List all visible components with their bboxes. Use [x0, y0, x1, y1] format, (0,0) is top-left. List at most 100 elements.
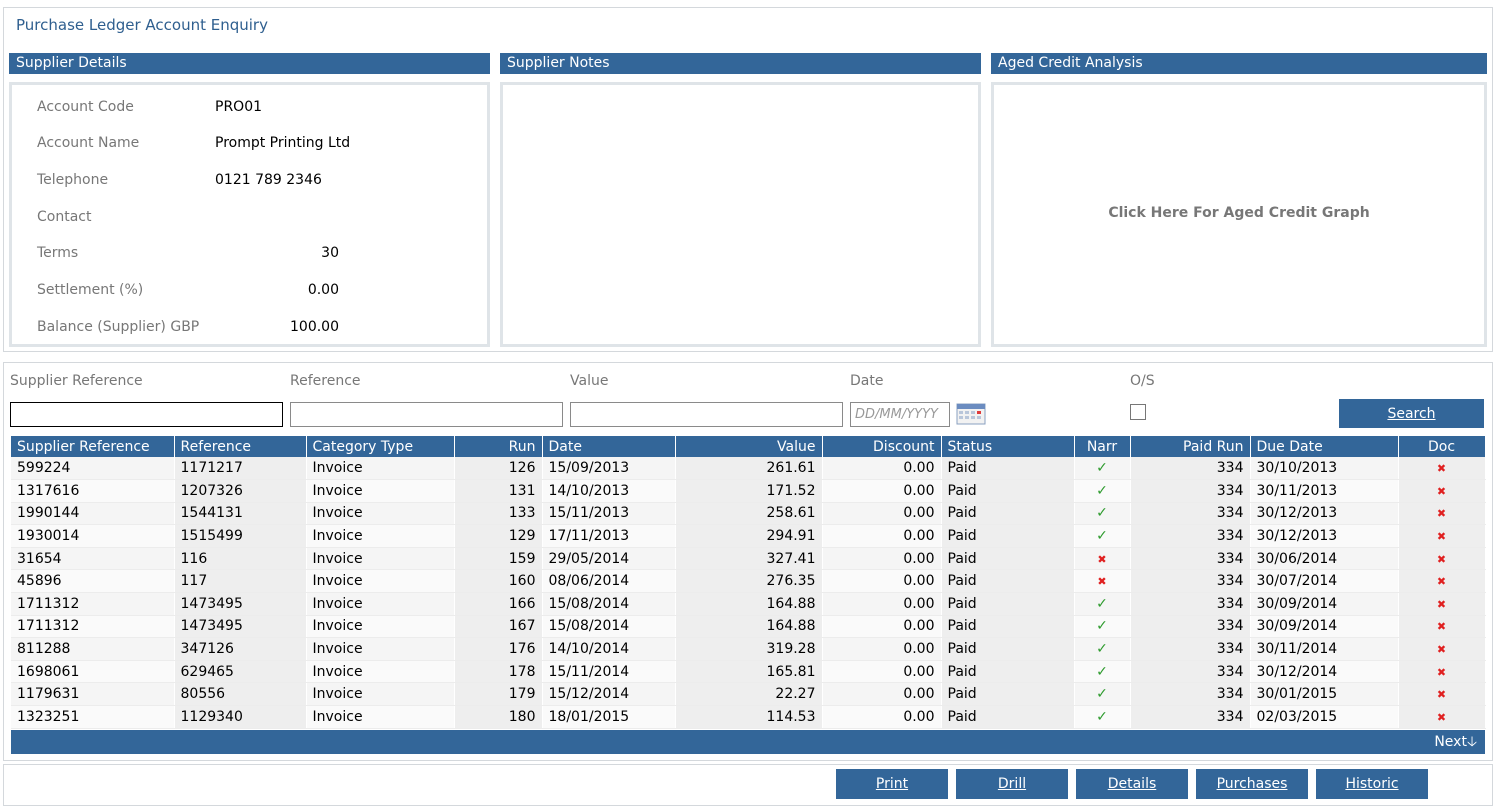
cell-doc: ✖: [1398, 682, 1486, 707]
os-checkbox[interactable]: [1130, 404, 1146, 420]
supplier-notes-box[interactable]: [500, 82, 981, 347]
table-row[interactable]: 1317616 1207326 Invoice 131 14/10/2013 171.52…: [11, 479, 1486, 503]
date-input[interactable]: [850, 402, 950, 427]
table-row[interactable]: 1323251 1129340 Invoice 180 18/01/2015 114.53…: [11, 705, 1486, 729]
cell-category-type: Invoice: [306, 660, 455, 684]
next-label: Next: [1434, 734, 1467, 750]
cell-run: 176: [454, 637, 543, 661]
cell-category-type: Invoice: [306, 502, 455, 526]
purchases-button[interactable]: Purchases: [1196, 769, 1308, 799]
value-input[interactable]: [570, 402, 843, 427]
cell-due-date: 30/10/2013: [1250, 457, 1399, 481]
historic-button-label: Historic: [1345, 776, 1399, 792]
cross-icon[interactable]: ✖: [1437, 666, 1446, 679]
table-row[interactable]: 45896 117 Invoice 160 08/06/2014 276.35 0.00 Pa…: [11, 569, 1486, 594]
cell-narr: ✓: [1074, 705, 1131, 729]
cell-category-type: Invoice: [306, 524, 455, 548]
table-row[interactable]: 31654 116 Invoice 159 29/05/2014 327.41 0.00 Pa…: [11, 547, 1486, 571]
value-filter-label: Value: [570, 373, 609, 389]
cell-due-date: 30/11/2013: [1250, 479, 1399, 503]
cell-status: Paid: [941, 569, 1075, 594]
cell-due-date: 30/01/2015: [1250, 682, 1399, 707]
column-header-discount[interactable]: Discount: [822, 436, 942, 457]
cell-doc: ✖: [1398, 592, 1486, 616]
table-row[interactable]: 1990144 1544131 Invoice 133 15/11/2013 258.61…: [11, 502, 1486, 526]
cell-category-type: Invoice: [306, 569, 455, 594]
cell-category-type: Invoice: [306, 479, 455, 503]
column-header-status[interactable]: Status: [941, 436, 1075, 457]
table-row[interactable]: 1930014 1515499 Invoice 129 17/11/2013 294.91…: [11, 524, 1486, 548]
print-button[interactable]: Print: [836, 769, 948, 799]
cell-reference: 1171217: [174, 457, 307, 481]
cell-status: Paid: [941, 592, 1075, 616]
cross-icon[interactable]: ✖: [1437, 462, 1446, 475]
purchases-button-label: Purchases: [1216, 776, 1288, 792]
cell-paid-run: 334: [1130, 547, 1251, 571]
column-header-supplier-reference[interactable]: Supplier Reference: [11, 436, 175, 457]
cell-category-type: Invoice: [306, 637, 455, 661]
checkmark-icon: ✓: [1096, 595, 1108, 612]
cell-paid-run: 334: [1130, 524, 1251, 548]
cell-discount: 0.00: [822, 637, 942, 661]
next-page-link[interactable]: Next🡣: [1434, 734, 1477, 750]
column-header-run[interactable]: Run: [454, 436, 543, 457]
cross-icon[interactable]: ✖: [1437, 530, 1446, 543]
cell-due-date: 30/06/2014: [1250, 547, 1399, 571]
table-row[interactable]: 599224 1171217 Invoice 126 15/09/2013 261.61 0…: [11, 457, 1486, 481]
cross-icon[interactable]: ✖: [1437, 688, 1446, 701]
cell-narr: ✓: [1074, 682, 1131, 707]
checkmark-icon: ✓: [1096, 618, 1108, 635]
cell-status: Paid: [941, 615, 1075, 639]
drill-button[interactable]: Drill: [956, 769, 1068, 799]
cell-reference: 1473495: [174, 615, 307, 639]
cross-icon[interactable]: ✖: [1437, 485, 1446, 498]
cell-supplier-reference: 1711312: [11, 615, 175, 639]
column-header-narr[interactable]: Narr: [1074, 436, 1131, 457]
cell-value: 319.28: [675, 637, 823, 661]
reference-input[interactable]: [290, 402, 563, 427]
historic-button[interactable]: Historic: [1316, 769, 1428, 799]
cell-reference: 347126: [174, 637, 307, 661]
cell-narr: ✓: [1074, 592, 1131, 616]
cell-value: 294.91: [675, 524, 823, 548]
details-button[interactable]: Details: [1076, 769, 1188, 799]
table-row[interactable]: 811288 347126 Invoice 176 14/10/2014 319.28 0.…: [11, 637, 1486, 661]
calendar-icon[interactable]: [956, 403, 986, 425]
cell-date: 15/08/2014: [542, 615, 676, 639]
cell-discount: 0.00: [822, 524, 942, 548]
cross-icon[interactable]: ✖: [1437, 575, 1446, 588]
arrow-down-icon: 🡣: [1466, 734, 1477, 750]
column-header-paid-run[interactable]: Paid Run: [1130, 436, 1251, 457]
cross-icon[interactable]: ✖: [1437, 643, 1446, 656]
date-filter-label: Date: [850, 373, 884, 389]
cross-icon: ✖: [1097, 575, 1107, 589]
column-header-reference[interactable]: Reference: [174, 436, 307, 457]
cell-value: 164.88: [675, 615, 823, 639]
column-header-date[interactable]: Date: [542, 436, 676, 457]
aged-credit-graph-link[interactable]: Click Here For Aged Credit Graph: [994, 205, 1484, 221]
cross-icon[interactable]: ✖: [1437, 598, 1446, 611]
cell-run: 133: [454, 502, 543, 526]
cross-icon[interactable]: ✖: [1437, 553, 1446, 566]
supplier-reference-input[interactable]: [10, 402, 283, 427]
cross-icon[interactable]: ✖: [1437, 620, 1446, 633]
cell-supplier-reference: 1317616: [11, 479, 175, 503]
supplier-notes-header: Supplier Notes: [500, 53, 981, 74]
table-row[interactable]: 1179631 80556 Invoice 179 15/12/2014 22.27 0.0…: [11, 682, 1486, 707]
table-row[interactable]: 1711312 1473495 Invoice 166 15/08/2014 164.88…: [11, 592, 1486, 616]
cell-status: Paid: [941, 637, 1075, 661]
column-header-due-date[interactable]: Due Date: [1250, 436, 1399, 457]
column-header-value[interactable]: Value: [675, 436, 823, 457]
table-row[interactable]: 1711312 1473495 Invoice 167 15/08/2014 164.88…: [11, 615, 1486, 639]
checkmark-icon: ✓: [1096, 528, 1108, 545]
cell-paid-run: 334: [1130, 637, 1251, 661]
column-header-doc[interactable]: Doc: [1398, 436, 1486, 457]
search-button[interactable]: Search: [1339, 399, 1484, 428]
column-header-category-type[interactable]: Category Type: [306, 436, 455, 457]
aged-credit-header: Aged Credit Analysis: [991, 53, 1487, 74]
table-row[interactable]: 1698061 629465 Invoice 178 15/11/2014 165.81 0…: [11, 660, 1486, 684]
cell-value: 164.88: [675, 592, 823, 616]
cross-icon[interactable]: ✖: [1437, 507, 1446, 520]
cross-icon[interactable]: ✖: [1437, 711, 1446, 724]
table-footer: Next🡣: [11, 730, 1485, 754]
